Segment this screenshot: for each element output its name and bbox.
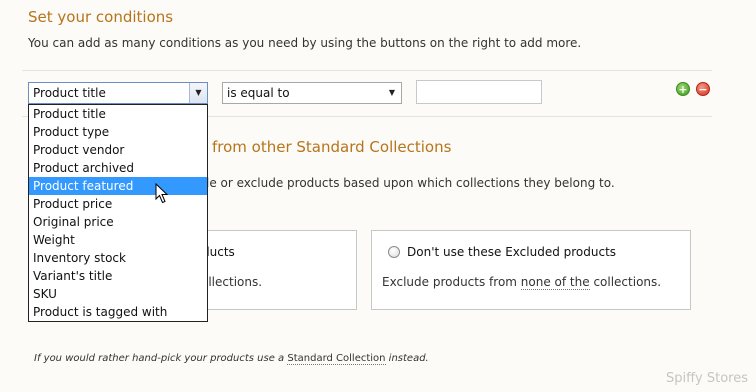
dropdown-option[interactable]: Product is tagged with bbox=[29, 303, 207, 321]
condition-operator-value: is equal to bbox=[227, 86, 290, 100]
exclude-text-prefix: Exclude products from bbox=[382, 275, 521, 289]
condition-field-dropdown[interactable]: Product title Product type Product vendo… bbox=[28, 104, 208, 322]
dropdown-option[interactable]: Product title bbox=[29, 105, 207, 123]
exclude-text-suffix: collections. bbox=[589, 275, 662, 289]
watermark: Spiffy Stores bbox=[665, 371, 748, 386]
collections-description: le or exclude products based upon which … bbox=[206, 176, 615, 190]
exclude-collections-panel: Don't use these Excluded products Exclud… bbox=[371, 230, 691, 310]
dropdown-option[interactable]: SKU bbox=[29, 285, 207, 303]
exclude-radio[interactable] bbox=[388, 246, 400, 258]
divider-top bbox=[22, 70, 712, 71]
conditions-title: Set your conditions bbox=[28, 8, 174, 26]
exclude-panel-heading: Don't use these Excluded products bbox=[407, 245, 617, 259]
minus-circle-icon: − bbox=[698, 83, 708, 96]
dropdown-option[interactable]: Product type bbox=[29, 123, 207, 141]
add-condition-button[interactable]: + bbox=[676, 82, 690, 96]
conditions-description: You can add as many conditions as you ne… bbox=[28, 36, 582, 50]
dropdown-option[interactable]: Product vendor bbox=[29, 141, 207, 159]
page: Set your conditions You can add as many … bbox=[0, 0, 756, 392]
dropdown-option[interactable]: Product price bbox=[29, 195, 207, 213]
collections-title: from other Standard Collections bbox=[212, 138, 452, 156]
condition-value-input[interactable] bbox=[416, 80, 542, 104]
include-panel-text: ollections. bbox=[201, 275, 263, 289]
dropdown-option[interactable]: Variant's title bbox=[29, 267, 207, 285]
remove-condition-button[interactable]: − bbox=[696, 82, 710, 96]
footer-note-prefix: If you would rather hand-pick your produ… bbox=[34, 353, 288, 364]
standard-collection-link[interactable]: Standard Collection bbox=[287, 353, 386, 365]
exclude-panel-text: Exclude products from none of the collec… bbox=[382, 275, 662, 290]
include-collections-panel: ducts ollections. bbox=[196, 230, 357, 310]
footer-note: If you would rather hand-pick your produ… bbox=[34, 353, 429, 365]
dropdown-option[interactable]: Inventory stock bbox=[29, 249, 207, 267]
condition-field-value: Product title bbox=[33, 86, 106, 100]
footer-note-suffix: instead. bbox=[385, 353, 429, 364]
plus-circle-icon: + bbox=[678, 83, 688, 96]
chevron-down-icon[interactable]: ▼ bbox=[383, 83, 401, 103]
dropdown-option-highlighted[interactable]: Product featured bbox=[29, 177, 207, 195]
condition-operator-select[interactable]: is equal to ▼ bbox=[222, 82, 402, 104]
condition-field-select[interactable]: Product title ▼ bbox=[28, 82, 208, 104]
dropdown-option[interactable]: Product archived bbox=[29, 159, 207, 177]
dropdown-option[interactable]: Weight bbox=[29, 231, 207, 249]
chevron-down-icon[interactable]: ▼ bbox=[189, 83, 207, 103]
mouse-pointer-icon bbox=[155, 183, 169, 204]
none-of-the-link[interactable]: none of the bbox=[520, 275, 590, 290]
dropdown-option[interactable]: Original price bbox=[29, 213, 207, 231]
